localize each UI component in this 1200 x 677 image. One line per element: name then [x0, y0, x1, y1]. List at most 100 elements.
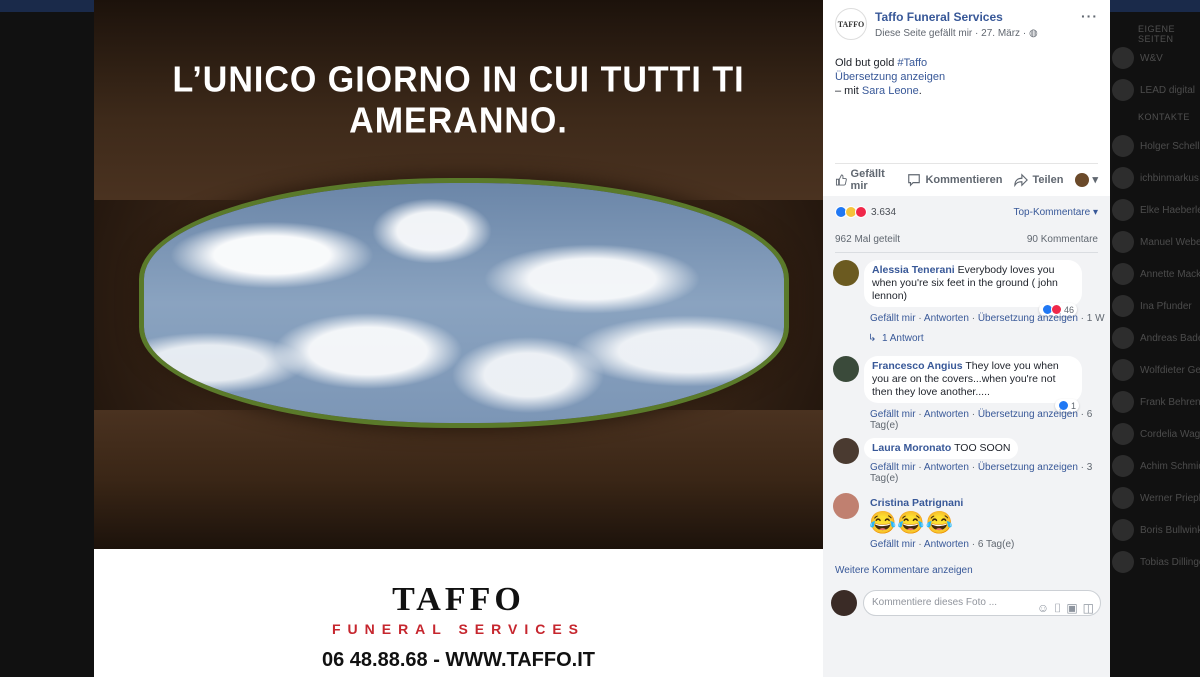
comment-text-line: when you're six feet in the ground ( joh…	[872, 277, 1058, 289]
comment-input[interactable]: Kommentiere dieses Foto ... ☺ ⌷ ▣ ◫	[863, 590, 1101, 616]
reactions-summary[interactable]: 3.634 Top-Kommentare ▾	[835, 204, 1098, 220]
contact-item[interactable]: Holger Schellkopf	[1110, 134, 1200, 158]
post-photo[interactable]: L’UNICO GIORNO IN CUI TUTTI TI AMERANNO.	[94, 0, 823, 549]
page-label: LEAD digital	[1140, 84, 1196, 96]
contact-label: Boris Bullwinkel	[1140, 524, 1200, 536]
contact-item[interactable]: Boris Bullwinkel	[1110, 518, 1200, 542]
comment-like-link[interactable]: Gefällt mir	[870, 539, 916, 550]
comment-actions: Gefällt mir · Antworten · 6 Tag(e)	[870, 539, 1015, 550]
contact-item[interactable]: Andreas Bader	[1110, 326, 1200, 350]
replies-count: 1 Antwort	[881, 333, 924, 344]
camera-icon[interactable]: ⌷	[1054, 596, 1061, 620]
comment-reply-link[interactable]: Antworten	[924, 462, 969, 473]
comment-reply-link[interactable]: Antworten	[924, 539, 969, 550]
page-avatar-text: TAFFO	[837, 19, 865, 29]
contact-item[interactable]: Annette Mack	[1110, 262, 1200, 286]
contact-label: Frank Behrens	[1140, 396, 1200, 408]
page-name-link[interactable]: Taffo Funeral Services	[875, 10, 1003, 24]
contact-label: Ina Pfunder	[1140, 300, 1192, 312]
gif-icon[interactable]: ▣	[1066, 596, 1077, 620]
contact-item[interactable]: Achim Schmid	[1110, 454, 1200, 478]
tagged-person-link[interactable]: Sara Leone	[862, 85, 919, 97]
contact-label: Manuel Weber	[1140, 236, 1200, 248]
contact-item[interactable]: Werner Priepke	[1110, 486, 1200, 510]
with-prefix: – mit	[835, 85, 862, 97]
contact-item[interactable]: Ina Pfunder	[1110, 294, 1200, 318]
commenter-name[interactable]: Francesco Angius	[872, 360, 963, 372]
sticker-icon[interactable]: ◫	[1083, 596, 1094, 620]
composer-tools: ☺ ⌷ ▣ ◫	[1037, 596, 1094, 620]
contact-label: Elke Haeberle	[1140, 204, 1200, 216]
reaction-identity-selector[interactable]: ▾	[1075, 172, 1098, 187]
contact-item[interactable]: Tobias Dillinger	[1110, 550, 1200, 574]
comment-translate-link[interactable]: Übersetzung anzeigen	[978, 409, 1078, 420]
pages-section-title: EIGENE SEITEN	[1138, 24, 1176, 44]
contact-avatar	[1112, 231, 1134, 253]
contact-label: Andreas Bader	[1140, 332, 1200, 344]
hashtag-link[interactable]: #Taffo	[897, 57, 927, 69]
contact-item[interactable]: Cordelia Wagner	[1110, 422, 1200, 446]
with-suffix: .	[918, 85, 922, 97]
contact-avatar	[1112, 167, 1134, 189]
commenter-avatar[interactable]	[833, 438, 859, 464]
comment-translate-link[interactable]: Übersetzung anzeigen	[978, 462, 1078, 473]
contact-avatar	[1112, 199, 1134, 221]
contact-label: Werner Priepke	[1140, 492, 1200, 504]
commenter-avatar[interactable]	[833, 356, 859, 382]
comments-area: 3.634 Top-Kommentare ▾ 962 Mal geteilt 9…	[823, 196, 1110, 677]
page-label: W&V	[1140, 52, 1163, 64]
divider	[835, 252, 1098, 253]
contact-label: Annette Mack	[1140, 268, 1200, 280]
sidebar-page-item[interactable]: W&V	[1110, 46, 1200, 70]
contact-avatar	[1112, 551, 1134, 573]
shares-count[interactable]: 962 Mal geteilt	[835, 234, 900, 245]
comment-label: Kommentieren	[925, 173, 1003, 186]
caret-down-icon: ▾	[1092, 174, 1098, 186]
contact-item[interactable]: ichbinmarkus	[1110, 166, 1200, 190]
contact-item[interactable]: Elke Haeberle	[1110, 198, 1200, 222]
contact-avatar	[1112, 263, 1134, 285]
comment-reply-link[interactable]: Antworten	[924, 313, 969, 324]
comment-like-link[interactable]: Gefällt mir	[870, 409, 916, 420]
contact-item[interactable]: Wolfdieter Gerhold	[1110, 358, 1200, 382]
like-button[interactable]: Gefällt mir	[835, 168, 895, 192]
share-label: Teilen	[1032, 173, 1064, 186]
commenter-avatar[interactable]	[833, 493, 859, 519]
replies-link[interactable]: ↳ 1 Antwort	[868, 333, 924, 344]
commenter-avatar[interactable]	[833, 260, 859, 286]
like-label: Gefällt mir	[850, 167, 885, 192]
more-options-icon[interactable]: ···	[1081, 8, 1098, 24]
ad-footer: TAFFO FUNERAL SERVICES 06 48.88.68 - WWW…	[94, 549, 823, 677]
emoji-icon[interactable]: ☺	[1037, 596, 1049, 620]
translate-post-link[interactable]: Übersetzung anzeigen	[835, 70, 1100, 84]
sidebar-page-item[interactable]: LEAD digital	[1110, 78, 1200, 102]
page-avatar[interactable]: TAFFO	[835, 8, 867, 40]
comment-translate-link[interactable]: Übersetzung anzeigen	[978, 313, 1078, 324]
post-meta: Diese Seite gefällt mir · 27. März · ◍	[875, 28, 1038, 39]
share-button[interactable]: Teilen	[1014, 172, 1064, 187]
contact-avatar	[1112, 423, 1134, 445]
comment-text-line: you are on the covers...when you're not	[872, 373, 1056, 385]
comment-reply-link[interactable]: Antworten	[924, 409, 969, 420]
contact-item[interactable]: Frank Behrens	[1110, 390, 1200, 414]
brand-subtitle: FUNERAL SERVICES	[331, 621, 586, 637]
comment-like-link[interactable]: Gefällt mir	[870, 313, 916, 324]
comment-button[interactable]: Kommentieren	[907, 173, 1002, 187]
comment-like-link[interactable]: Gefällt mir	[870, 462, 916, 473]
contact-label: ichbinmarkus	[1140, 172, 1199, 184]
post-header: TAFFO Taffo Funeral Services Diese Seite…	[835, 8, 1100, 48]
brand-logo-text: TAFFO	[392, 581, 525, 618]
contact-item[interactable]: Manuel Weber	[1110, 230, 1200, 254]
comment-text: TOO SOON	[951, 442, 1011, 454]
comment-text: Everybody loves you	[954, 264, 1055, 276]
comments-count[interactable]: 90 Kommentare	[1027, 234, 1098, 245]
contact-label: Wolfdieter Gerhold	[1140, 364, 1200, 376]
more-comments-link[interactable]: Weitere Kommentare anzeigen	[835, 565, 973, 576]
contact-label: Tobias Dillinger	[1140, 556, 1200, 568]
grave-sky-opening	[144, 183, 784, 423]
top-comments-dropdown[interactable]: Top-Kommentare ▾	[1014, 207, 1099, 218]
commenter-name[interactable]: Laura Moronato	[872, 442, 951, 454]
commenter-name[interactable]: Cristina Patrignani	[870, 497, 963, 509]
comment-bubble: Francesco Angius They love you when you …	[864, 356, 1082, 403]
commenter-name[interactable]: Alessia Tenerani	[872, 264, 955, 276]
